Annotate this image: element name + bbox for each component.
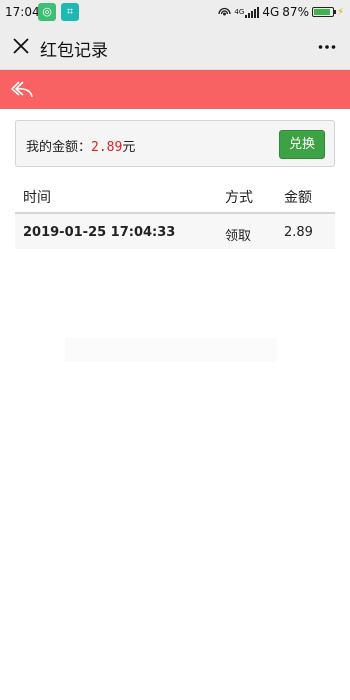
balance-line: 我的金额：2.89元 xyxy=(26,136,135,155)
cell-amount: 2.89 xyxy=(284,225,313,240)
battery-percent: 87% xyxy=(282,5,309,19)
title-bar: 红包记录 xyxy=(0,24,350,70)
back-icon[interactable] xyxy=(10,78,34,100)
balance-card: 我的金额：2.89元 兑换 xyxy=(15,120,335,167)
table-row: 2019-01-25 17:04:33 领取 2.89 xyxy=(15,214,335,249)
scanner-app-icon: ⌗ xyxy=(61,3,79,21)
cell-time: 2019-01-25 17:04:33 xyxy=(23,225,176,240)
header-time: 时间 xyxy=(23,190,51,206)
table-header: 时间 方式 金额 xyxy=(15,176,335,214)
balance-unit: 元 xyxy=(122,140,136,155)
cell-method: 领取 xyxy=(225,229,252,244)
balance-label: 我的金额： xyxy=(26,140,92,155)
status-bar: 17:04 ◎ ⌗ 4G 4G 87% ⚡ xyxy=(0,0,350,24)
records-table: 时间 方式 金额 2019-01-25 17:04:33 领取 2.89 xyxy=(15,176,335,249)
header-amount: 金额 xyxy=(284,190,312,206)
toolbar xyxy=(0,70,350,109)
more-icon[interactable] xyxy=(318,36,336,58)
wifi-app-icon: ◎ xyxy=(38,3,56,21)
header-method: 方式 xyxy=(225,190,253,206)
status-indicators: 4G 4G 87% ⚡ xyxy=(218,4,344,20)
network-type-small: 4G xyxy=(234,7,245,16)
charging-icon: ⚡ xyxy=(336,6,344,18)
exchange-button[interactable]: 兑换 xyxy=(279,130,325,159)
close-icon[interactable] xyxy=(10,35,32,57)
page-title: 红包记录 xyxy=(40,41,108,61)
network-type: 4G xyxy=(262,5,280,19)
balance-amount: 2.89 xyxy=(91,140,123,155)
status-time: 17:04 xyxy=(5,5,40,19)
hotspot-icon xyxy=(218,7,232,16)
signal-icon xyxy=(245,6,260,18)
battery-icon xyxy=(311,7,336,17)
faint-overlay xyxy=(65,338,277,362)
